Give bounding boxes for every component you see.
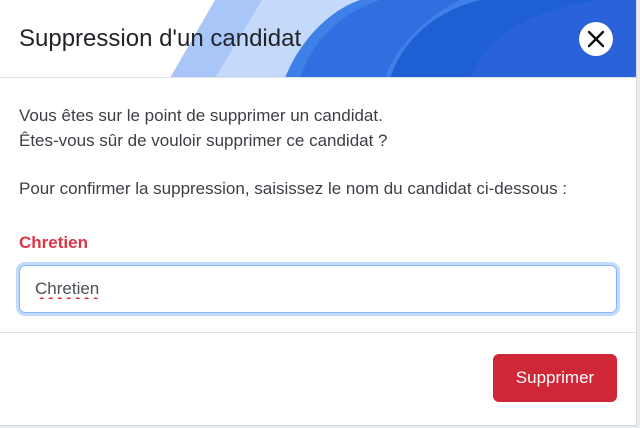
confirm-instruction: Pour confirmer la suppression, saisissez… — [19, 179, 568, 198]
modal-body: Vous êtes sur le point de supprimer un c… — [19, 78, 619, 333]
intro-line-2: Êtes-vous sûr de vouloir supprimer ce ca… — [19, 131, 388, 150]
candidate-name: Chretien — [19, 233, 88, 252]
intro-line-1: Vous êtes sur le point de supprimer un c… — [19, 106, 383, 125]
delete-candidate-modal: Suppression d'un candidat Vous êtes sur … — [0, 0, 637, 426]
modal-footer: Supprimer — [0, 332, 636, 425]
close-icon — [587, 30, 605, 48]
delete-button[interactable]: Supprimer — [493, 354, 617, 402]
modal-header: Suppression d'un candidat — [0, 0, 636, 78]
modal-title: Suppression d'un candidat — [19, 25, 302, 52]
intro-text: Vous êtes sur le point de supprimer un c… — [19, 103, 619, 153]
confirm-name-input[interactable] — [19, 265, 617, 313]
page: Suppression d'un candidat Vous êtes sur … — [0, 0, 640, 428]
close-button[interactable] — [579, 22, 613, 56]
